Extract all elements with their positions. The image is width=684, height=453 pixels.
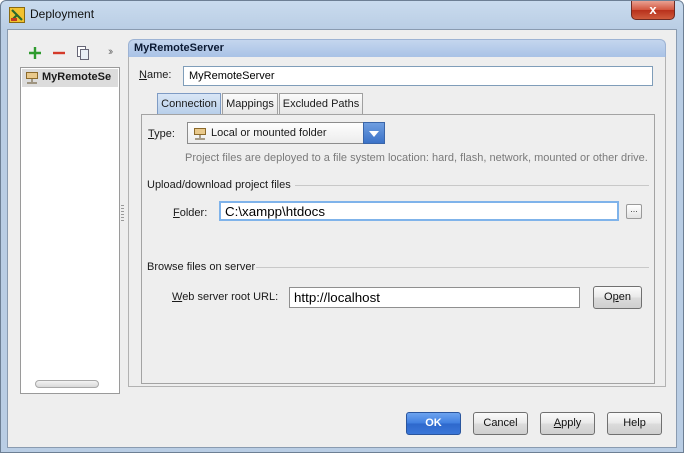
folder-field[interactable] bbox=[219, 201, 619, 221]
tab-excluded-paths[interactable]: Excluded Paths bbox=[279, 93, 363, 114]
title-bar[interactable]: Deployment x bbox=[1, 1, 683, 29]
ellipsis-icon: ... bbox=[630, 204, 638, 214]
help-button-label: Help bbox=[623, 417, 646, 429]
plus-icon[interactable] bbox=[26, 44, 44, 62]
close-icon: x bbox=[649, 2, 657, 17]
tab-mappings[interactable]: Mappings bbox=[222, 93, 278, 114]
panel-header-title: MyRemoteServer bbox=[134, 42, 224, 54]
chevron-down-icon[interactable] bbox=[363, 122, 385, 144]
browse-folder-button[interactable]: ... bbox=[626, 204, 642, 219]
minus-icon[interactable] bbox=[50, 44, 68, 62]
type-label: Type: bbox=[148, 128, 175, 140]
browse-section-title: Browse files on server bbox=[147, 261, 256, 273]
splitter-handle[interactable] bbox=[121, 205, 124, 223]
window-title: Deployment bbox=[30, 7, 95, 21]
upload-section-title: Upload/download project files bbox=[147, 179, 291, 191]
tab-label: Connection bbox=[161, 98, 217, 110]
dialog-client-area: ›› MyRemoteSe MyRemoteServer Name: Conne… bbox=[7, 29, 677, 448]
close-window-button[interactable]: x bbox=[631, 1, 675, 20]
section-divider bbox=[256, 267, 649, 268]
more-actions-icon[interactable]: ›› bbox=[108, 46, 114, 58]
ok-button-label: OK bbox=[425, 417, 442, 429]
apply-button[interactable]: Apply bbox=[540, 412, 595, 435]
section-divider bbox=[295, 185, 649, 186]
cancel-button-label: Cancel bbox=[483, 417, 518, 429]
open-url-button[interactable]: Open bbox=[593, 286, 642, 309]
folder-label: Folder: bbox=[173, 207, 208, 219]
help-button[interactable]: Help bbox=[607, 412, 662, 435]
horizontal-scrollbar[interactable] bbox=[35, 380, 99, 388]
web-server-url-field[interactable] bbox=[289, 287, 580, 308]
deployment-dialog: Deployment x ›› MyRemoteSe MyRemoteServe… bbox=[0, 0, 684, 453]
server-config-panel: Name: Connection Mappings Excluded Paths… bbox=[128, 57, 666, 387]
apply-button-label: Apply bbox=[553, 417, 582, 429]
server-list-item-label: MyRemoteSe bbox=[42, 71, 112, 83]
server-list[interactable]: MyRemoteSe bbox=[20, 67, 120, 394]
tab-label: Mappings bbox=[226, 98, 274, 110]
ok-button[interactable]: OK bbox=[406, 412, 461, 435]
copy-icon[interactable] bbox=[74, 44, 92, 62]
app-logo-icon bbox=[9, 7, 25, 23]
type-select-value: Local or mounted folder bbox=[211, 127, 327, 139]
connection-tab-content: Type: Local or mounted folder Project fi… bbox=[141, 114, 655, 384]
tab-label: Excluded Paths bbox=[282, 98, 360, 110]
open-button-label: Open bbox=[604, 291, 631, 303]
server-icon bbox=[26, 72, 38, 84]
server-icon bbox=[194, 128, 206, 140]
panel-header: MyRemoteServer bbox=[128, 39, 666, 57]
server-list-item-myremoteserver[interactable]: MyRemoteSe bbox=[22, 69, 118, 87]
name-field[interactable] bbox=[183, 66, 653, 86]
type-description: Project files are deployed to a file sys… bbox=[185, 152, 648, 164]
url-label: Web server root URL: bbox=[172, 291, 279, 303]
tab-connection[interactable]: Connection bbox=[157, 93, 221, 114]
name-label: Name: bbox=[139, 69, 172, 81]
cancel-button[interactable]: Cancel bbox=[473, 412, 528, 435]
type-select[interactable]: Local or mounted folder bbox=[187, 122, 385, 144]
